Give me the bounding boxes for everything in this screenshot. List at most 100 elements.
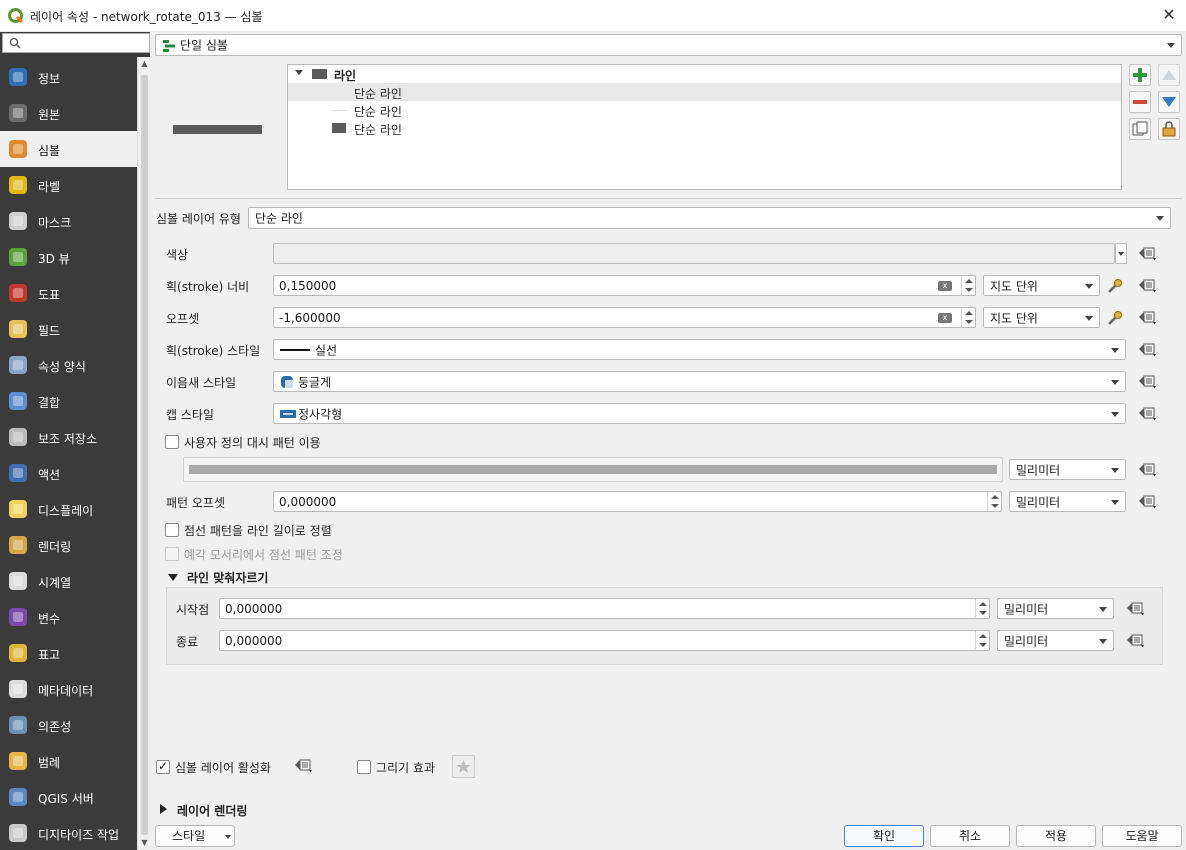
chevron-down-icon: [1111, 379, 1119, 385]
wrench-icon[interactable]: [1106, 309, 1124, 327]
sidebar-scrollbar[interactable]: ▲ ▼: [137, 57, 150, 850]
trim-end-input[interactable]: 0,000000: [219, 630, 990, 651]
color-button[interactable]: [273, 243, 1115, 264]
sidebar-item[interactable]: 렌더링: [0, 527, 137, 563]
dash-unit-combo[interactable]: 밀리미터: [1009, 459, 1126, 480]
align-dash-label: 점선 패턴을 라인 길이로 정렬: [184, 524, 332, 538]
data-defined-override-icon[interactable]: [1136, 307, 1160, 327]
tree-root-row[interactable]: 라인: [288, 65, 1121, 83]
sidebar-item[interactable]: 마스크: [0, 203, 137, 239]
data-defined-override-icon[interactable]: [1136, 275, 1160, 295]
move-down-button[interactable]: [1158, 91, 1180, 113]
symbol-layer-tree[interactable]: 라인 단순 라인 단순 라인 단순 라인: [287, 64, 1122, 190]
apply-button[interactable]: 적용: [1016, 825, 1096, 847]
cap-style-label: 캡 스타일: [166, 408, 214, 422]
sidebar-item[interactable]: 보조 저장소: [0, 419, 137, 455]
spin-arrows-icon[interactable]: [975, 631, 989, 650]
search-input[interactable]: [2, 33, 150, 53]
pattern-offset-unit-combo[interactable]: 밀리미터: [1009, 491, 1126, 512]
data-defined-override-icon[interactable]: [1124, 630, 1148, 650]
sidebar-item[interactable]: 범례: [0, 743, 137, 779]
renderer-type-combo[interactable]: 단일 심볼: [155, 34, 1182, 56]
collapse-triangle-icon[interactable]: [168, 574, 178, 581]
sidebar-item[interactable]: 디스플레이: [0, 491, 137, 527]
sidebar-item[interactable]: 라벨: [0, 167, 137, 203]
sidebar-item[interactable]: 시계열: [0, 563, 137, 599]
clear-icon[interactable]: x: [938, 281, 952, 291]
spin-arrows-icon[interactable]: [961, 308, 975, 327]
sidebar-item[interactable]: 표고: [0, 635, 137, 671]
cancel-button[interactable]: 취소: [930, 825, 1010, 847]
wrench-icon[interactable]: [1106, 277, 1124, 295]
tree-row[interactable]: 단순 라인: [288, 83, 1121, 101]
sidebar-item[interactable]: 결합: [0, 383, 137, 419]
help-button[interactable]: 도움말: [1102, 825, 1182, 847]
scroll-thumb[interactable]: [141, 75, 148, 835]
trim-start-input[interactable]: 0,000000: [219, 598, 990, 619]
ok-button[interactable]: 확인: [844, 825, 924, 847]
align-dash-checkbox[interactable]: [165, 523, 179, 537]
data-defined-override-icon[interactable]: [1136, 459, 1160, 479]
sidebar-item[interactable]: 원본: [0, 95, 137, 131]
clear-icon[interactable]: x: [938, 313, 952, 323]
chevron-down-icon: [1085, 283, 1093, 289]
pattern-offset-input[interactable]: 0,000000: [273, 491, 1002, 512]
effects-button[interactable]: [452, 755, 475, 778]
sidebar-item[interactable]: QGIS 서버: [0, 779, 137, 815]
trim-start-unit-combo[interactable]: 밀리미터: [997, 598, 1114, 619]
offset-unit-combo[interactable]: 지도 단위: [983, 307, 1100, 328]
offset-input[interactable]: -1,600000 x: [273, 307, 976, 328]
scroll-down-icon[interactable]: ▼: [140, 838, 149, 847]
sidebar-item-label: 보조 저장소: [38, 432, 98, 446]
data-defined-override-icon[interactable]: [1136, 491, 1160, 511]
tweak-dash-checkbox[interactable]: [165, 547, 179, 561]
dash-pattern-button[interactable]: [183, 457, 1003, 482]
color-dropdown[interactable]: [1115, 243, 1127, 264]
lock-color-button[interactable]: [1158, 118, 1180, 140]
sidebar-item[interactable]: 정보: [0, 59, 137, 95]
tree-row[interactable]: 단순 라인: [288, 101, 1121, 119]
sidebar-item[interactable]: 필드: [0, 311, 137, 347]
sidebar-item[interactable]: 도표: [0, 275, 137, 311]
sidebar-item[interactable]: 속성 양식: [0, 347, 137, 383]
data-defined-override-icon[interactable]: [1136, 371, 1160, 391]
join-style-combo[interactable]: 둥글게: [273, 371, 1126, 392]
custom-dash-checkbox[interactable]: [165, 435, 179, 449]
add-symbol-layer-button[interactable]: [1129, 64, 1151, 86]
chevron-down-icon: [1099, 606, 1107, 612]
symbol-layer-type-combo[interactable]: 단순 라인: [248, 207, 1171, 229]
expand-triangle-icon[interactable]: [160, 804, 167, 814]
sidebar-item[interactable]: 디지타이즈 작업: [0, 815, 137, 850]
trim-section-title[interactable]: 라인 맞춰자르기: [187, 569, 268, 586]
sidebar-item[interactable]: 심볼: [0, 131, 137, 167]
layer-rendering-title[interactable]: 레이어 렌더링: [177, 802, 247, 819]
remove-symbol-layer-button[interactable]: [1129, 91, 1151, 113]
stroke-width-input[interactable]: 0,150000 x: [273, 275, 976, 296]
data-defined-override-icon[interactable]: [292, 755, 316, 775]
tree-expand-icon[interactable]: [295, 70, 303, 75]
duplicate-layer-button[interactable]: [1129, 118, 1151, 140]
style-button[interactable]: 스타일: [155, 825, 235, 847]
spin-arrows-icon[interactable]: [987, 492, 1001, 511]
data-defined-override-icon[interactable]: [1136, 339, 1160, 359]
data-defined-override-icon[interactable]: [1136, 243, 1160, 263]
draw-effects-checkbox[interactable]: [357, 760, 371, 774]
data-defined-override-icon[interactable]: [1124, 598, 1148, 618]
sidebar-item[interactable]: 변수: [0, 599, 137, 635]
cap-style-combo[interactable]: 정사각형: [273, 403, 1126, 424]
scroll-up-icon[interactable]: ▲: [140, 59, 149, 68]
move-up-button[interactable]: [1158, 64, 1180, 86]
sidebar-item[interactable]: 액션: [0, 455, 137, 491]
stroke-style-combo[interactable]: 실선: [273, 339, 1126, 360]
spin-arrows-icon[interactable]: [975, 599, 989, 618]
trim-end-unit-combo[interactable]: 밀리미터: [997, 630, 1114, 651]
close-icon[interactable]: ✕: [1158, 4, 1180, 26]
sidebar-item[interactable]: 의존성: [0, 707, 137, 743]
sidebar-item[interactable]: 3D 뷰: [0, 239, 137, 275]
data-defined-override-icon[interactable]: [1136, 403, 1160, 423]
stroke-width-unit-combo[interactable]: 지도 단위: [983, 275, 1100, 296]
sidebar-item[interactable]: 메타데이터: [0, 671, 137, 707]
enable-layer-checkbox[interactable]: ✓: [156, 759, 170, 774]
tree-row[interactable]: 단순 라인: [288, 119, 1121, 137]
spin-arrows-icon[interactable]: [961, 276, 975, 295]
